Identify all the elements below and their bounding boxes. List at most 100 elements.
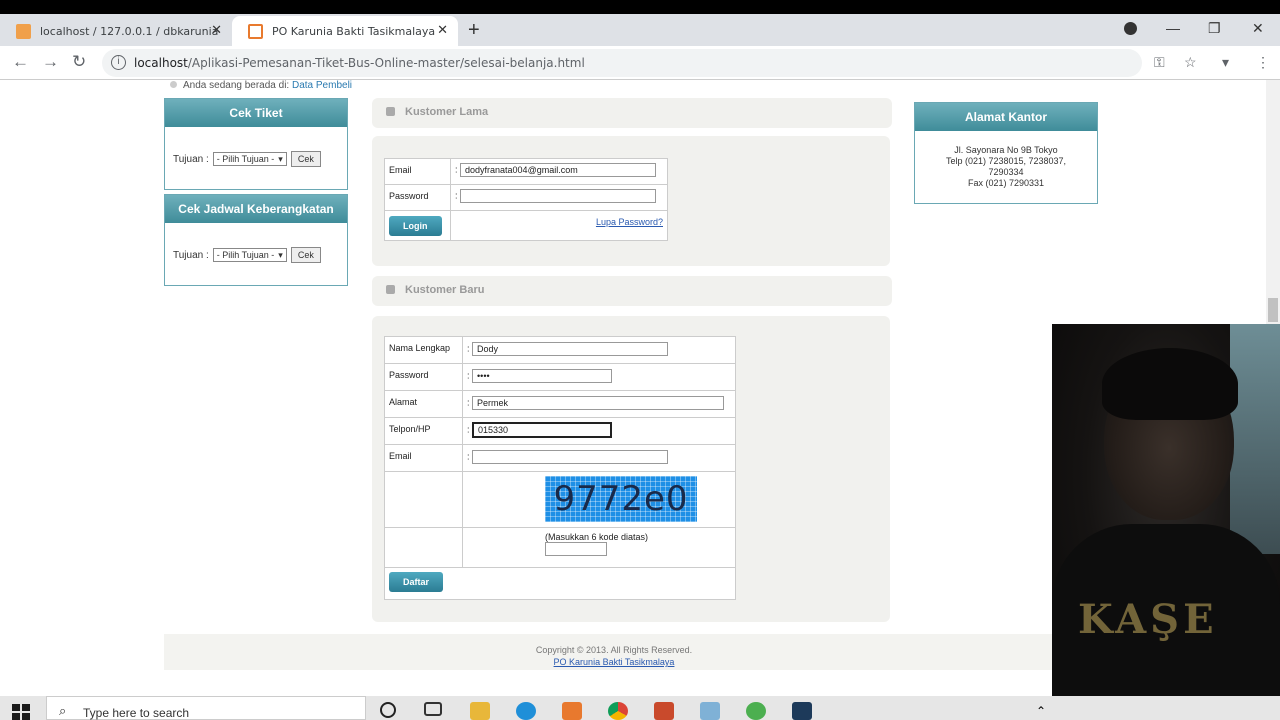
webcam-person-hair <box>1102 348 1238 420</box>
reload-icon[interactable]: ↻ <box>72 52 86 72</box>
tujuan-select[interactable]: - Pilih Tujuan - ▾ <box>212 248 287 262</box>
login-button[interactable]: Login <box>389 216 442 236</box>
copyright-text: Copyright © 2013. All Rights Reserved. <box>535 645 693 655</box>
extension-icon[interactable]: ▾ <box>1222 54 1229 71</box>
kustomer-baru-title: Kustomer Baru <box>386 284 484 296</box>
phone-line: Telp (021) 7238015, 7238037, <box>945 156 1067 166</box>
tab-bar: localhost / 127.0.0.1 / dbkarunia ✕ PO K… <box>0 14 1280 46</box>
tujuan-label: Tujuan : <box>173 249 209 261</box>
app-icon[interactable] <box>792 702 812 720</box>
user-icon <box>386 285 395 294</box>
tujuan-label: Tujuan : <box>173 153 209 165</box>
app-icon[interactable] <box>746 702 766 720</box>
email-label: Email <box>384 444 463 472</box>
cek-jadwal-panel: Cek Jadwal Keberangkatan Tujuan : - Pili… <box>164 194 348 286</box>
breadcrumb-prefix: Anda sedang berada di: <box>183 80 290 91</box>
email-label: Email <box>384 158 451 185</box>
nama-label: Nama Lengkap <box>384 336 463 364</box>
forgot-password-link[interactable]: Lupa Password? <box>596 217 663 227</box>
alamat-kantor-panel: Alamat Kantor Jl. Sayonara No 9B Tokyo T… <box>914 102 1098 204</box>
breadcrumb: Anda sedang berada di: Data Pembeli <box>170 80 352 91</box>
daftar-button[interactable]: Daftar <box>389 572 444 592</box>
edge-icon[interactable] <box>516 702 536 720</box>
taskbar-search-input[interactable]: ⌕ Type here to search <box>46 696 366 720</box>
star-icon[interactable]: ☆ <box>1184 54 1197 71</box>
info-icon[interactable]: i <box>111 55 126 70</box>
footer: Copyright © 2013. All Rights Reserved. P… <box>164 634 1064 670</box>
telpon-field[interactable]: 015330 <box>472 422 613 438</box>
windows-start-icon[interactable] <box>12 704 30 720</box>
chrome-icon[interactable] <box>608 702 628 720</box>
cek-jadwal-row: Tujuan : - Pilih Tujuan - ▾ Cek <box>173 247 321 263</box>
cek-button[interactable]: Cek <box>290 151 321 167</box>
kustomer-baru-header: Kustomer Baru <box>372 276 892 306</box>
cek-button[interactable]: Cek <box>290 247 321 263</box>
email-field[interactable] <box>472 450 669 464</box>
alamat-kantor-title: Alamat Kantor <box>915 103 1097 131</box>
login-email-field[interactable]: dodyfranata004@gmail.com <box>460 163 657 177</box>
chevron-down-icon: ▾ <box>278 153 283 164</box>
alamat-kantor-body: Jl. Sayonara No 9B Tokyo Telp (021) 7238… <box>915 131 1097 189</box>
password-label: Password <box>384 184 451 211</box>
breadcrumb-link[interactable]: Data Pembeli <box>292 80 352 91</box>
url-text: localhost/Aplikasi-Pemesanan-Tiket-Bus-O… <box>134 56 585 70</box>
register-form: Nama Lengkap : Dody Password : •••• Alam… <box>384 336 736 600</box>
tujuan-select[interactable]: - Pilih Tujuan - ▾ <box>212 152 287 166</box>
nama-field[interactable]: Dody <box>472 342 669 356</box>
captcha-hint: (Masukkan 6 kode diatas) <box>545 532 649 542</box>
login-password-field[interactable] <box>460 189 657 203</box>
tab-label: localhost / 127.0.0.1 / dbkarunia <box>40 24 219 38</box>
tab-label: PO Karunia Bakti Tasikmalaya <box>272 24 436 38</box>
tab-phpmyadmin[interactable]: localhost / 127.0.0.1 / dbkarunia ✕ <box>0 16 232 46</box>
login-form: Email : dodyfranata004@gmail.com Passwor… <box>384 158 668 241</box>
forward-icon[interactable]: → <box>42 52 59 72</box>
cek-tiket-row: Tujuan : - Pilih Tujuan - ▾ Cek <box>173 151 321 167</box>
alamat-field[interactable]: Permek <box>472 396 725 410</box>
app-icon[interactable] <box>700 702 720 720</box>
kustomer-lama-title: Kustomer Lama <box>386 106 488 118</box>
close-tab-icon[interactable]: ✕ <box>211 23 222 38</box>
cek-tiket-title: Cek Tiket <box>165 99 347 127</box>
search-icon: ⌕ <box>59 703 67 718</box>
task-view-icon[interactable] <box>424 702 442 716</box>
url-input[interactable]: i localhost/Aplikasi-Pemesanan-Tiket-Bus… <box>102 49 1142 77</box>
search-placeholder: Type here to search <box>83 706 190 720</box>
file-explorer-icon[interactable] <box>470 702 490 720</box>
key-icon[interactable]: ⚿ <box>1154 54 1165 71</box>
chevron-down-icon: ▾ <box>278 249 283 260</box>
close-tab-icon[interactable]: ✕ <box>437 23 448 38</box>
profile-icon[interactable] <box>1124 22 1137 35</box>
scrollbar-thumb[interactable] <box>1268 298 1278 322</box>
xampp-icon[interactable] <box>562 702 582 720</box>
restore-icon[interactable]: ❐ <box>1208 20 1221 37</box>
webcam-overlay: KAŞE <box>1052 324 1280 696</box>
cortana-icon[interactable] <box>380 702 396 718</box>
tab-po-karunia[interactable]: PO Karunia Bakti Tasikmalaya ✕ <box>232 16 458 46</box>
phpmyadmin-favicon-icon <box>16 24 31 39</box>
footer-link[interactable]: PO Karunia Bakti Tasikmalaya <box>554 657 675 667</box>
app-icon[interactable] <box>654 702 674 720</box>
kustomer-lama-header: Kustomer Lama <box>372 98 892 128</box>
captcha-field[interactable] <box>545 542 607 556</box>
kustomer-baru-panel: Nama Lengkap : Dody Password : •••• Alam… <box>372 316 890 622</box>
taskbar: ⌕ Type here to search ⌃ <box>0 696 1280 720</box>
phone-line: 7290334 <box>988 167 1024 177</box>
telpon-label: Telpon/HP <box>384 417 463 445</box>
password-field[interactable]: •••• <box>472 369 613 383</box>
bullet-icon <box>170 81 177 88</box>
address-line: Jl. Sayonara No 9B Tokyo <box>954 145 1058 155</box>
cek-tiket-panel: Cek Tiket Tujuan : - Pilih Tujuan - ▾ Cek <box>164 98 348 190</box>
menu-icon[interactable]: ⋮ <box>1256 54 1270 71</box>
select-value: - Pilih Tujuan - <box>216 154 275 164</box>
site-favicon-icon <box>248 24 263 39</box>
screen: localhost / 127.0.0.1 / dbkarunia ✕ PO K… <box>0 0 1280 720</box>
new-tab-icon[interactable]: + <box>468 19 480 42</box>
minimize-icon[interactable]: — <box>1166 20 1180 36</box>
address-bar: ← → ↻ i localhost/Aplikasi-Pemesanan-Tik… <box>0 46 1280 80</box>
back-icon[interactable]: ← <box>12 52 29 72</box>
alamat-label: Alamat <box>384 390 463 418</box>
close-window-icon[interactable]: ✕ <box>1252 20 1264 37</box>
shirt-print-graphic: KAŞE <box>1078 596 1218 643</box>
captcha-image: 9772e0 <box>545 476 697 522</box>
chevron-up-icon[interactable]: ⌃ <box>1036 704 1056 720</box>
